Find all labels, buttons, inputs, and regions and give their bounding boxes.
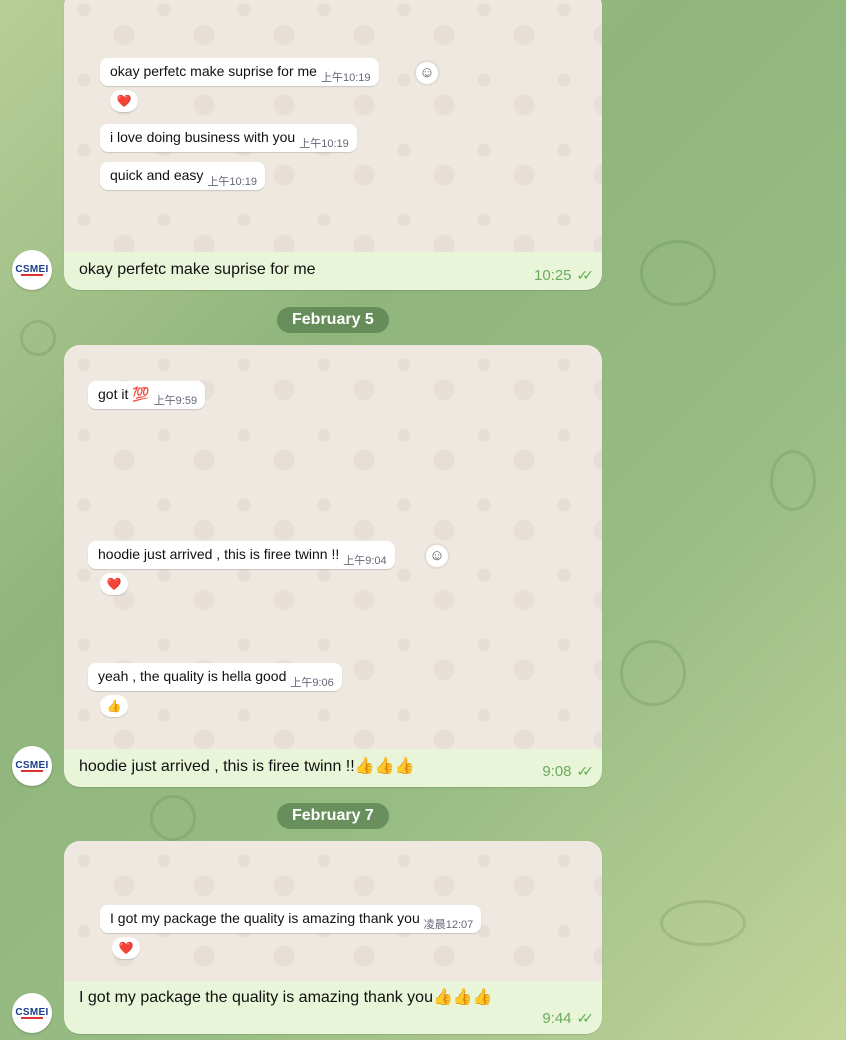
message-time: 9:08 [542, 763, 572, 780]
quoted-message-time: 上午10:19 [299, 138, 349, 150]
message-time: 9:44 [542, 1010, 572, 1027]
quoted-message: hoodie just arrived , this is firee twin… [88, 541, 395, 569]
quoted-message-text: got it 💯 [98, 386, 150, 402]
message-screenshot[interactable]: got it 💯 上午9:59 hoodie just arrived , thi… [64, 345, 602, 749]
quoted-message-text: okay perfetc make suprise for me [110, 63, 317, 79]
avatar[interactable]: CSMEI [12, 746, 52, 786]
message-time: 10:25 [533, 267, 572, 284]
quoted-message: got it 💯 上午9:59 [88, 381, 206, 409]
date-separator: February 5 [277, 307, 389, 333]
quoted-message: quick and easy 上午10:19 [100, 162, 265, 190]
reaction-thumbs-up: 👍 [100, 695, 128, 717]
date-separator: February 7 [277, 803, 389, 829]
avatar[interactable]: CSMEI [12, 250, 52, 290]
quoted-message: okay perfetc make suprise for me 上午10:19 [100, 58, 379, 86]
background-doodle [620, 640, 686, 706]
message-meta: 10:25 ✓✓ [533, 267, 595, 284]
message-caption: I got my package the quality is amazing … [79, 989, 493, 1006]
message-caption: hoodie just arrived , this is firee twin… [79, 758, 415, 775]
quoted-message-time: 上午10:19 [320, 72, 371, 84]
reaction-heart: ❤️ [110, 90, 138, 112]
background-doodle [20, 320, 56, 356]
double-check-icon: ✓✓ [576, 267, 595, 283]
quoted-message-time: 上午9:06 [290, 677, 334, 689]
reaction-heart: ❤️ [100, 573, 128, 595]
double-check-icon: ✓✓ [576, 763, 595, 779]
message-bubble[interactable]: got it 💯 上午9:59 hoodie just arrived , thi… [64, 345, 602, 787]
quoted-message-text: yeah , the quality is hella good [98, 668, 287, 684]
message-meta: 9:08 ✓✓ [542, 763, 595, 780]
smiley-icon: ☺ [426, 545, 448, 567]
quoted-message-text: hoodie just arrived , this is firee twin… [98, 546, 340, 562]
quoted-message: i love doing business with you 上午10:19 [100, 124, 357, 152]
quoted-message-text: quick and easy [110, 167, 204, 183]
quoted-message-time: 上午9:59 [153, 395, 198, 407]
quoted-message-time: 凌晨12:07 [423, 919, 474, 931]
quoted-message-text: i love doing business with you [110, 129, 296, 145]
message-bubble[interactable]: okay perfetc make suprise for me 上午10:19 … [64, 0, 602, 290]
smiley-icon: ☺ [416, 62, 438, 84]
background-doodle [640, 240, 716, 306]
message-bubble[interactable]: I got my package the quality is amazing … [64, 841, 602, 1034]
quoted-message: I got my package the quality is amazing … [100, 905, 482, 933]
message-screenshot[interactable]: okay perfetc make suprise for me 上午10:19 … [64, 0, 602, 252]
quoted-message-time: 上午10:19 [207, 176, 257, 188]
avatar[interactable]: CSMEI [12, 993, 52, 1033]
quoted-message-time: 上午9:04 [343, 555, 387, 567]
background-doodle [770, 450, 816, 511]
message-screenshot[interactable]: I got my package the quality is amazing … [64, 841, 602, 981]
background-doodle [660, 900, 746, 946]
quoted-message-text: I got my package the quality is amazing … [110, 910, 420, 926]
message-meta: 9:44 ✓✓ [542, 1010, 595, 1027]
double-check-icon: ✓✓ [576, 1010, 595, 1026]
reaction-heart: ❤️ [112, 937, 140, 959]
background-doodle [150, 795, 196, 841]
quoted-message: yeah , the quality is hella good 上午9:06 [88, 663, 342, 691]
message-caption: okay perfetc make suprise for me [79, 261, 316, 278]
